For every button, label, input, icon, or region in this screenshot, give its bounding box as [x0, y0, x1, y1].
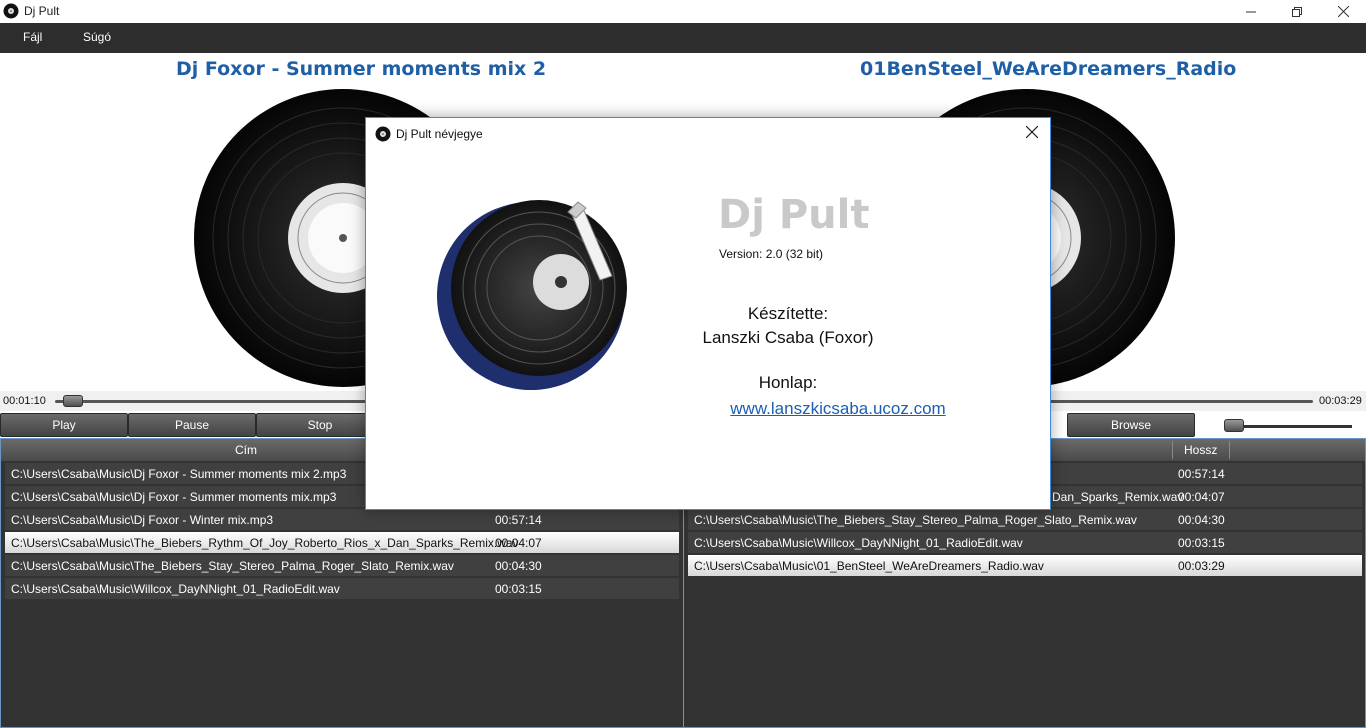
about-dialog: Dj Pult névjegye Dj Pult Version: 2.0 (3… — [365, 117, 1051, 510]
minimize-icon — [1246, 11, 1256, 12]
row-path: C:\Users\Csaba\Music\The_Biebers_Rythm_O… — [11, 536, 519, 550]
row-length: 00:04:30 — [495, 559, 542, 573]
table-row[interactable]: C:\Users\Csaba\Music\Willcox_DayNNight_0… — [688, 532, 1362, 553]
right-volume-thumb[interactable] — [1224, 419, 1244, 432]
menu-bar: Fájl Súgó — [0, 23, 1366, 53]
table-row-selected[interactable]: C:\Users\Csaba\Music\The_Biebers_Rythm_O… — [5, 532, 679, 553]
close-button[interactable] — [1320, 0, 1366, 23]
menu-help[interactable]: Súgó — [83, 30, 111, 44]
menu-file[interactable]: Fájl — [23, 30, 42, 44]
restore-icon — [1292, 6, 1302, 17]
vinyl-app-icon — [375, 126, 391, 142]
dialog-title: Dj Pult névjegye — [396, 127, 483, 141]
left-time: 00:01:10 — [3, 395, 46, 407]
left-deck-title: Dj Foxor - Summer moments mix 2 — [176, 58, 547, 80]
about-homepage-link[interactable]: www.lanszkicsaba.ucoz.com — [688, 399, 988, 419]
row-length: 00:04:30 — [1178, 513, 1225, 527]
row-path: C:\Users\Csaba\Music\Dj Foxor - Summer m… — [11, 467, 347, 481]
row-path: C:\Users\Csaba\Music\Dj Foxor - Summer m… — [11, 490, 337, 504]
row-path: C:\Users\Csaba\Music\Dj Foxor - Winter m… — [11, 513, 274, 527]
row-length: 00:57:14 — [495, 513, 542, 527]
minimize-button[interactable] — [1228, 0, 1274, 23]
about-app-name: Dj Pult — [718, 192, 870, 238]
vinyl-app-icon — [3, 3, 19, 19]
right-deck-title: 01BenSteel_WeAreDreamers_Radio — [860, 58, 1237, 80]
about-author: Lanszki Csaba (Foxor) — [702, 328, 874, 347]
close-icon — [1025, 125, 1039, 139]
table-row-selected[interactable]: C:\Users\Csaba\Music\01_BenSteel_WeAreDr… — [688, 555, 1362, 576]
left-pause-button[interactable]: Pause — [128, 413, 256, 437]
column-title[interactable]: Cím — [235, 443, 257, 457]
table-row[interactable]: C:\Users\Csaba\Music\Dj Foxor - Winter m… — [5, 509, 679, 530]
row-path: C:\Users\Csaba\Music\Willcox_DayNNight_0… — [694, 536, 1023, 550]
row-length: 00:57:14 — [1178, 467, 1225, 481]
row-length: 00:03:29 — [1178, 559, 1225, 573]
table-row[interactable]: C:\Users\Csaba\Music\The_Biebers_Stay_St… — [5, 555, 679, 576]
app-window: Dj Pult Fájl Súgó Dj Foxor - Summer mome… — [0, 0, 1366, 728]
left-seek-thumb[interactable] — [63, 395, 83, 407]
row-path: C:\Users\Csaba\Music\The_Biebers_Stay_St… — [11, 559, 454, 573]
table-row[interactable]: C:\Users\Csaba\Music\Willcox_DayNNight_0… — [5, 578, 679, 599]
row-path: Dan_Sparks_Remix.wav — [1052, 490, 1184, 504]
title-bar: Dj Pult — [0, 0, 1366, 23]
column-separator[interactable] — [1229, 441, 1230, 459]
dialog-close-button[interactable] — [1025, 122, 1039, 143]
left-play-button[interactable]: Play — [0, 413, 128, 437]
row-length: 00:04:07 — [1178, 490, 1225, 504]
row-path: C:\Users\Csaba\Music\01_BenSteel_WeAreDr… — [694, 559, 1044, 573]
column-separator[interactable] — [1172, 441, 1173, 459]
about-version: Version: 2.0 (32 bit) — [719, 247, 824, 261]
row-path: C:\Users\Csaba\Music\Willcox_DayNNight_0… — [11, 582, 340, 596]
right-browse-button[interactable]: Browse — [1067, 413, 1195, 437]
window-title: Dj Pult — [24, 4, 60, 18]
column-length[interactable]: Hossz — [1184, 443, 1217, 457]
row-length: 00:04:07 — [495, 536, 542, 550]
row-path: C:\Users\Csaba\Music\The_Biebers_Stay_St… — [694, 513, 1137, 527]
restore-button[interactable] — [1274, 0, 1320, 23]
right-volume-track[interactable] — [1240, 425, 1352, 428]
turntable-logo-icon — [437, 200, 627, 390]
about-homepage-label: Honlap: — [758, 373, 818, 392]
right-time: 00:03:29 — [1319, 395, 1362, 407]
right-transport: Browse — [1067, 413, 1197, 438]
row-length: 00:03:15 — [495, 582, 542, 596]
table-row[interactable]: C:\Users\Csaba\Music\The_Biebers_Stay_St… — [688, 509, 1362, 530]
close-icon — [1337, 6, 1349, 17]
about-made-by-label: Készítette: — [747, 304, 829, 323]
row-length: 00:03:15 — [1178, 536, 1225, 550]
